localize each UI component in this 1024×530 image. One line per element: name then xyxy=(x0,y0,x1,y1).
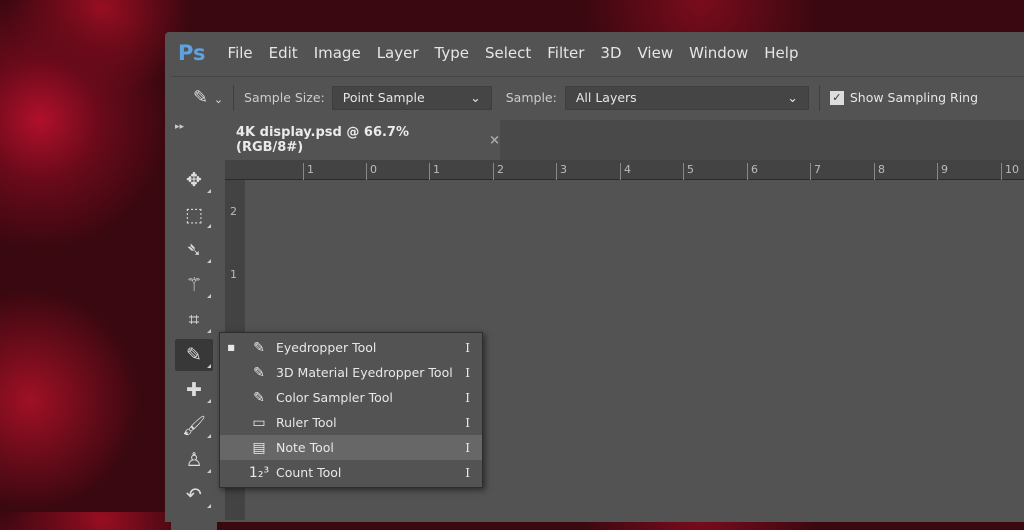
sample-value: All Layers xyxy=(575,90,637,105)
ruler-icon: ▭ xyxy=(252,414,266,431)
ruler-label: 5 xyxy=(683,163,694,180)
shortcut: I xyxy=(465,340,470,355)
menu-item-note-tool[interactable]: ▤ Note Tool I xyxy=(220,435,482,460)
menu-filter[interactable]: Filter xyxy=(547,44,584,62)
brush-tool-icon[interactable]: 🖌︎ xyxy=(175,409,213,441)
menu-item-label: Ruler Tool xyxy=(276,415,337,430)
menu-item-label: 3D Material Eyedropper Tool xyxy=(276,365,453,380)
document-tab[interactable]: 4K display.psd @ 66.7% (RGB/8#) × xyxy=(220,120,500,160)
sample-size-value: Point Sample xyxy=(342,90,425,105)
ruler-label: 8 xyxy=(874,163,885,180)
shortcut: I xyxy=(465,465,470,480)
shortcut: I xyxy=(465,365,470,380)
shortcut: I xyxy=(465,440,470,455)
marquee-tool-icon[interactable]: ⬚ xyxy=(175,199,213,231)
clone-stamp-tool-icon[interactable]: ♙ xyxy=(175,444,213,476)
move-tool-icon[interactable]: ✥ xyxy=(175,164,213,196)
magic-wand-tool-icon[interactable]: ⚚ xyxy=(175,269,213,301)
document-tab-title: 4K display.psd @ 66.7% (RGB/8#) xyxy=(236,125,409,155)
sample-size-label: Sample Size: xyxy=(244,90,325,105)
options-bar: ✎ ⌄ Sample Size: Point Sample ⌄ Sample: A… xyxy=(171,76,1024,118)
ruler-label: 4 xyxy=(620,163,631,180)
menu-layer[interactable]: Layer xyxy=(377,44,419,62)
eyedropper-icon: ✎ xyxy=(253,339,265,356)
menu-file[interactable]: File xyxy=(228,44,253,62)
ruler-label: 1 xyxy=(303,163,314,180)
ruler-label: 2 xyxy=(493,163,504,180)
ruler-label: 3 xyxy=(556,163,567,180)
ruler-label: 7 xyxy=(810,163,821,180)
eyedropper-tool-icon[interactable]: ✎ xyxy=(175,339,213,371)
history-brush-tool-icon[interactable]: ↶ xyxy=(175,479,213,511)
chevron-down-icon: ⌄ xyxy=(470,90,481,105)
count-icon: 1₂³ xyxy=(248,464,270,481)
note-icon: ▤ xyxy=(252,439,266,456)
collapse-panel-icon[interactable]: ▸▸ xyxy=(171,120,217,140)
menu-item-count-tool[interactable]: 1₂³ Count Tool I xyxy=(220,460,482,485)
menu-item-label: Note Tool xyxy=(276,440,334,455)
menu-select[interactable]: Select xyxy=(485,44,531,62)
sample-label: Sample: xyxy=(505,90,557,105)
shortcut: I xyxy=(465,415,470,430)
selected-indicator: ■ xyxy=(227,343,235,352)
close-icon[interactable]: × xyxy=(489,133,500,148)
sample-select[interactable]: All Layers ⌄ xyxy=(564,85,809,110)
menu-item-color-sampler-tool[interactable]: ✎ Color Sampler Tool I xyxy=(220,385,482,410)
menu-image[interactable]: Image xyxy=(314,44,361,62)
menu-item-3d-material-eyedropper-tool[interactable]: ✎ 3D Material Eyedropper Tool I xyxy=(220,360,482,385)
menu-item-eyedropper-tool[interactable]: ■ ✎ Eyedropper Tool I xyxy=(220,335,482,360)
ps-logo: Ps xyxy=(178,41,206,65)
menu-item-label: Count Tool xyxy=(276,465,342,480)
menu-view[interactable]: View xyxy=(638,44,674,62)
show-sampling-ring-checkbox[interactable]: ✓ xyxy=(829,90,844,105)
menu-item-label: Eyedropper Tool xyxy=(276,340,377,355)
chevron-down-icon: ⌄ xyxy=(787,90,798,105)
menu-item-ruler-tool[interactable]: ▭ Ruler Tool I xyxy=(220,410,482,435)
show-sampling-ring-label: Show Sampling Ring xyxy=(849,90,979,105)
lasso-tool-icon[interactable]: ➴ xyxy=(175,234,213,266)
horizontal-ruler: 1 0 1 2 3 4 5 6 7 8 9 10 xyxy=(225,160,1024,180)
ruler-label: 1 xyxy=(230,268,237,281)
menu-bar: Ps File Edit Image Layer Type Select Fil… xyxy=(165,32,1024,74)
menu-help[interactable]: Help xyxy=(764,44,798,62)
eyedropper-preset-icon[interactable]: ✎ ⌄ xyxy=(193,87,223,108)
color-sampler-icon: ✎ xyxy=(253,389,265,406)
sample-size-select[interactable]: Point Sample ⌄ xyxy=(331,85,492,110)
menu-3d[interactable]: 3D xyxy=(600,44,621,62)
menu-edit[interactable]: Edit xyxy=(269,44,298,62)
document-tab-bar: 4K display.psd @ 66.7% (RGB/8#) × xyxy=(220,120,1024,160)
ruler-label: 6 xyxy=(747,163,758,180)
shortcut: I xyxy=(465,390,470,405)
crop-tool-icon[interactable]: ⌗ xyxy=(175,304,213,336)
ruler-label: 2 xyxy=(230,205,237,218)
menu-window[interactable]: Window xyxy=(689,44,748,62)
eyedropper-flyout-menu: ■ ✎ Eyedropper Tool I ✎ 3D Material Eyedropp… xyxy=(219,332,483,488)
healing-brush-tool-icon[interactable]: ✚ xyxy=(175,374,213,406)
ruler-label: 1 xyxy=(429,163,440,180)
ruler-label: 9 xyxy=(937,163,948,180)
menu-item-label: Color Sampler Tool xyxy=(276,390,393,405)
ruler-label: 0 xyxy=(366,163,377,180)
menu-type[interactable]: Type xyxy=(435,44,469,62)
ruler-label: 10 xyxy=(1001,163,1019,180)
3d-material-eyedropper-icon: ✎ xyxy=(253,364,265,381)
tools-panel: ▸▸ ✥ ⬚ ➴ ⚚ ⌗ ✎ ✚ 🖌︎ ♙ ↶ xyxy=(171,120,217,530)
